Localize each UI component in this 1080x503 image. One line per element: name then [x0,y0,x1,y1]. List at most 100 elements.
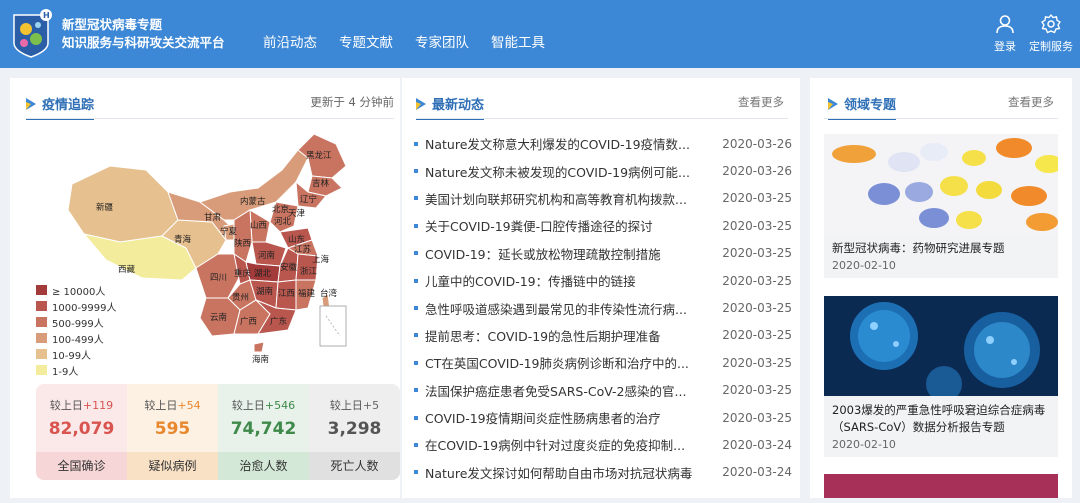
user-icon [996,15,1014,34]
legend-item: 100-499人 [36,330,117,346]
map-label: 天津 [288,208,306,219]
main-nav: 前沿动态 专题文献 专家团队 智能工具 [263,31,545,51]
bullet-icon [414,223,418,228]
stat-label: 死亡人数 [309,452,400,480]
news-title[interactable]: 急性呼吸道感染遇到最常见的非传染性流行病... [425,299,716,318]
map-label: 上海 [312,254,330,265]
stat-compare-label: 较上日 [49,399,83,412]
topic-card[interactable]: 2003爆发的严重急性呼吸窘迫综合症病毒（SARS-CoV）数据分析报告专题 2… [824,296,1058,457]
news-title[interactable]: Nature发文称意大利爆发的COVID-19疫情数... [425,134,716,153]
map-label: 湖南 [256,286,273,297]
stat-confirmed[interactable]: 较上日+119 82,079 全国确诊 [36,384,127,480]
news-title[interactable]: 关于COVID-19粪便-口腔传播途径的探讨 [425,216,716,235]
map-label: 黑龙江 [306,150,332,161]
news-title[interactable]: 法国保护癌症患者免受SARS-CoV-2感染的官... [425,381,716,400]
stat-delta: +5 [362,399,380,412]
news-date: 2020-03-25 [722,355,792,370]
platform-logo-icon[interactable]: H [8,7,54,59]
news-date: 2020-03-24 [722,465,792,480]
topics-panel-title[interactable]: 领域专题 [828,94,897,120]
news-item[interactable]: 急性呼吸道感染遇到最常见的非传染性流行病... 2020-03-25 [414,294,792,321]
legend-item: 1000-9999人 [36,298,117,314]
section-flag-icon [828,97,838,110]
topic-card[interactable] [824,474,1058,498]
divider [26,118,394,119]
gear-icon [1041,14,1061,34]
map-label: 西藏 [118,264,136,275]
news-date: 2020-03-25 [722,218,792,233]
news-item[interactable]: 提前思考：COVID-19的急性后期护理准备 2020-03-25 [414,322,792,349]
update-time: 更新于 4 分钟前 [310,95,394,109]
custom-service-button[interactable]: 定制服务 [1026,14,1076,54]
map-label: 山东 [288,234,305,245]
stat-delta: +54 [177,399,201,412]
news-item[interactable]: 美国计划向联邦研究机构和高等教育机构拨款... 2020-03-25 [414,185,792,212]
map-legend: ≥ 10000人 1000-9999人 500-999人 100-499人 10… [36,282,117,378]
news-title[interactable]: 美国计划向联邦研究机构和高等教育机构拨款... [425,189,716,208]
stat-deaths[interactable]: 较上日+5 3,298 死亡人数 [309,384,400,480]
stat-compare-label: 较上日 [144,399,178,412]
news-title[interactable]: 提前思考：COVID-19的急性后期护理准备 [425,326,716,345]
map-label: 内蒙古 [240,196,266,207]
bullet-icon [414,333,418,338]
nav-topic-literature[interactable]: 专题文献 [339,31,393,51]
stat-value: 82,079 [48,419,115,439]
news-item[interactable]: Nature发文称意大利爆发的COVID-19疫情数... 2020-03-26 [414,130,792,157]
news-item[interactable]: 在COVID-19病例中针对过度炎症的免疫抑制... 2020-03-24 [414,431,792,458]
news-title[interactable]: COVID-19：延长或放松物理疏散控制措施 [425,244,716,263]
news-title-text: 最新动态 [432,98,485,113]
stat-delta: +546 [264,399,296,412]
stat-recovered[interactable]: 较上日+546 74,742 治愈人数 [218,384,309,480]
map-label: 湖北 [254,269,272,279]
login-button[interactable]: 登录 [980,14,1030,54]
virus-image [824,296,1058,396]
topics-more-link[interactable]: 查看更多 [1008,94,1054,110]
news-item[interactable]: 儿童中的COVID-19：传播链中的链接 2020-03-25 [414,267,792,294]
nav-smart-tools[interactable]: 智能工具 [491,31,545,51]
bullet-icon [414,360,418,365]
bullet-icon [414,388,418,393]
news-title[interactable]: COVID-19疫情期间炎症性肠病患者的治疗 [425,408,716,427]
map-label: 江苏 [294,244,312,255]
news-more-link[interactable]: 查看更多 [738,94,784,110]
topic-card[interactable]: 新型冠状病毒：药物研究进展专题 2020-02-10 [824,134,1058,278]
platform-title[interactable]: 新型冠状病毒专题 知识服务与科研攻关交流平台 [62,16,225,52]
epidemic-panel-title[interactable]: 疫情追踪 [26,94,95,120]
map-label: 福建 [298,288,316,299]
news-item[interactable]: Nature发文称未被发现的COVID-19病例可能... 2020-03-26 [414,157,792,184]
news-item[interactable]: COVID-19疫情期间炎症性肠病患者的治疗 2020-03-25 [414,404,792,431]
legend-item: 500-999人 [36,314,117,330]
epidemic-panel: 疫情追踪 更新于 4 分钟前 新疆 西藏 青海 甘肃 内蒙古 黑龙江 吉林 辽宁… [10,78,400,498]
news-item[interactable]: COVID-19：延长或放松物理疏散控制措施 2020-03-25 [414,240,792,267]
news-date: 2020-03-25 [722,383,792,398]
map-label: 贵州 [232,292,249,303]
news-title[interactable]: 在COVID-19病例中针对过度炎症的免疫抑制... [425,435,716,454]
stat-label: 全国确诊 [36,452,127,480]
news-list: Nature发文称意大利爆发的COVID-19疫情数... 2020-03-26 N… [414,130,792,486]
map-label: 浙江 [300,266,318,277]
stat-value: 3,298 [327,419,382,439]
stat-delta: +119 [82,399,114,412]
map-label: 青海 [174,234,192,245]
news-panel-title[interactable]: 最新动态 [416,94,485,120]
topic-date: 2020-02-10 [832,259,896,272]
topics-title-text: 领域专题 [844,98,897,113]
stat-suspected[interactable]: 较上日+54 595 疑似病例 [127,384,218,480]
map-label: 辽宁 [300,194,317,205]
news-title[interactable]: Nature发文探讨如何帮助自由市场对抗冠状病毒 [425,463,716,482]
news-title[interactable]: CT在英国COVID-19肺炎病例诊断和治疗中的... [425,353,716,372]
map-label: 新疆 [96,202,114,213]
divider [824,118,1058,119]
nav-expert-team[interactable]: 专家团队 [415,31,469,51]
news-item[interactable]: 关于COVID-19粪便-口腔传播途径的探讨 2020-03-25 [414,212,792,239]
news-item[interactable]: 法国保护癌症患者免受SARS-CoV-2感染的官... 2020-03-25 [414,377,792,404]
news-title[interactable]: 儿童中的COVID-19：传播链中的链接 [425,271,716,290]
news-item[interactable]: Nature发文探讨如何帮助自由市场对抗冠状病毒 2020-03-24 [414,459,792,486]
map-label: 北京 [272,204,289,215]
bullet-icon [414,278,418,283]
bullet-icon [414,306,418,311]
news-item[interactable]: CT在英国COVID-19肺炎病例诊断和治疗中的... 2020-03-25 [414,349,792,376]
topic-title: 2003爆发的严重急性呼吸窘迫综合症病毒（SARS-CoV）数据分析报告专题 [832,403,1046,434]
news-title[interactable]: Nature发文称未被发现的COVID-19病例可能... [425,162,716,181]
nav-frontier-news[interactable]: 前沿动态 [263,31,317,51]
